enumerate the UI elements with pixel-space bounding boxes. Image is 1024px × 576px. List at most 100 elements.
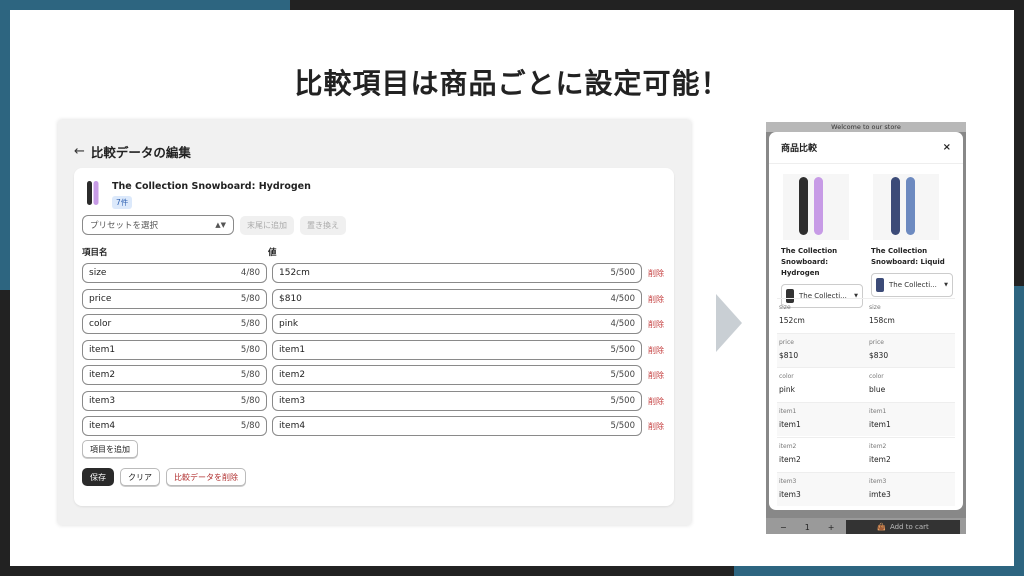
qty-plus-button[interactable]: + bbox=[828, 523, 835, 532]
modal-header: 商品比較 × bbox=[769, 132, 963, 164]
bag-icon: 👜 bbox=[877, 523, 886, 531]
product-purchase-bar: − 1 + 👜 Add to cart bbox=[766, 518, 966, 534]
attribute-key: size bbox=[869, 304, 881, 311]
item-value-input[interactable]: item4 5/500 bbox=[272, 416, 642, 436]
attribute-key: item1 bbox=[869, 408, 887, 416]
char-count: 5/80 bbox=[240, 344, 260, 355]
attribute-row: item2 item2 item2 item2 bbox=[777, 436, 955, 471]
snowboard-blue bbox=[906, 177, 915, 235]
preset-toolbar: プリセットを選択 ▲▼ 末尾に追加 置き換え bbox=[82, 215, 346, 235]
item-name-input[interactable]: item4 5/80 bbox=[82, 416, 267, 436]
item-name-input[interactable]: size 4/80 bbox=[82, 263, 267, 283]
preset-select[interactable]: プリセットを選択 ▲▼ bbox=[82, 215, 234, 235]
attribute-value: $830 bbox=[869, 350, 889, 360]
attribute-key: price bbox=[869, 338, 884, 346]
attribute-value: item1 bbox=[779, 420, 801, 430]
char-count: 5/500 bbox=[610, 395, 636, 406]
item-name-input[interactable]: price 5/80 bbox=[82, 288, 267, 309]
item-value-input[interactable]: 152cm 5/500 bbox=[272, 263, 642, 283]
save-button[interactable]: 保存 bbox=[82, 468, 114, 486]
snowboard-black bbox=[799, 177, 808, 235]
attribute-row: size 152cm size 158cm bbox=[777, 298, 955, 332]
item-name-input[interactable]: item1 5/80 bbox=[82, 339, 267, 360]
compare-modal: 商品比較 × The Collection Snowboard: Hydroge… bbox=[769, 132, 963, 510]
attribute-value: imte3 bbox=[869, 489, 891, 499]
attribute-key: size bbox=[779, 304, 791, 311]
product-select[interactable]: The Collecti... ▼ bbox=[871, 273, 953, 297]
attribute-value: item1 bbox=[869, 420, 891, 430]
compare-product-a: The Collection Snowboard: Hydrogen The C… bbox=[781, 174, 863, 308]
editor-card: The Collection Snowboard: Hydrogen 7件 プリ… bbox=[74, 168, 674, 506]
attribute-value: 152cm bbox=[779, 316, 805, 325]
add-item-button[interactable]: 項目を追加 bbox=[82, 440, 138, 458]
attribute-key: color bbox=[869, 373, 884, 381]
char-count: 5/500 bbox=[610, 268, 636, 278]
delete-row-link[interactable]: 削除 bbox=[648, 319, 664, 330]
append-button[interactable]: 末尾に追加 bbox=[240, 215, 294, 235]
quantity-stepper: − 1 + bbox=[780, 523, 835, 532]
close-icon[interactable]: × bbox=[943, 142, 951, 153]
delete-data-button[interactable]: 比較データを削除 bbox=[166, 468, 246, 486]
attribute-row: item1 item1 item1 item1 bbox=[777, 402, 955, 437]
product-image bbox=[873, 174, 939, 240]
delete-row-link[interactable]: 削除 bbox=[648, 294, 664, 305]
product-image bbox=[783, 174, 849, 240]
attribute-value: blue bbox=[869, 385, 886, 395]
attribute-value: item2 bbox=[779, 454, 801, 464]
item-name-input[interactable]: item3 5/80 bbox=[82, 390, 267, 411]
char-count: 4/500 bbox=[610, 293, 636, 304]
action-buttons: 保存 クリア 比較データを削除 bbox=[82, 468, 246, 486]
page-title: 比較データの編集 bbox=[90, 145, 191, 160]
product-name: The Collection Snowboard: Hydrogen bbox=[781, 247, 838, 277]
item-value-input[interactable]: pink 4/500 bbox=[272, 314, 642, 334]
delete-row-link[interactable]: 削除 bbox=[648, 421, 664, 432]
attribute-key: item2 bbox=[869, 442, 887, 450]
delete-row-link[interactable]: 削除 bbox=[648, 370, 664, 381]
item-count-badge: 7件 bbox=[112, 196, 133, 209]
qty-minus-button[interactable]: − bbox=[780, 523, 787, 532]
back-arrow-icon[interactable]: ← bbox=[74, 144, 85, 159]
char-count: 5/80 bbox=[240, 293, 260, 304]
char-count: 5/500 bbox=[610, 421, 636, 431]
slide-headline: 比較項目は商品ごとに設定可能！ bbox=[294, 67, 730, 100]
char-count: 5/80 bbox=[240, 421, 260, 431]
attribute-value: item2 bbox=[869, 454, 891, 464]
attribute-row: price $810 price $830 bbox=[777, 332, 955, 367]
attribute-key: item2 bbox=[779, 442, 797, 450]
product-name: The Collection Snowboard: Liquid bbox=[871, 247, 945, 266]
clear-button[interactable]: クリア bbox=[120, 468, 160, 486]
right-arrow-icon bbox=[716, 294, 742, 352]
store-announcement-bar: Welcome to our store bbox=[766, 122, 966, 132]
item-value-input[interactable]: item1 5/500 bbox=[272, 339, 642, 360]
delete-row-link[interactable]: 削除 bbox=[648, 345, 664, 356]
compare-product-b: The Collection Snowboard: Liquid The Col… bbox=[871, 174, 953, 297]
attribute-key: item3 bbox=[779, 477, 797, 485]
select-arrows-icon: ▲▼ bbox=[215, 221, 226, 229]
product-summary: The Collection Snowboard: Hydrogen 7件 bbox=[86, 180, 311, 209]
attribute-value: item3 bbox=[779, 489, 801, 499]
item-value-input[interactable]: $810 4/500 bbox=[272, 288, 642, 309]
char-count: 5/500 bbox=[610, 344, 636, 355]
char-count: 4/80 bbox=[240, 268, 260, 278]
char-count: 5/80 bbox=[240, 319, 260, 329]
replace-button[interactable]: 置き換え bbox=[300, 215, 346, 235]
attribute-key: item3 bbox=[869, 477, 887, 485]
item-value-input[interactable]: item2 5/500 bbox=[272, 365, 642, 385]
attribute-key: price bbox=[779, 338, 794, 346]
product-name: The Collection Snowboard: Hydrogen bbox=[112, 181, 311, 192]
slide: 比較項目は商品ごとに設定可能！ ← 比較データの編集 The Collectio… bbox=[10, 10, 1014, 566]
attribute-value: pink bbox=[779, 385, 795, 395]
attribute-row: item3 item3 item3 imte3 bbox=[777, 471, 955, 506]
admin-editor-panel: ← 比較データの編集 The Collection Snowboard: Hyd… bbox=[58, 120, 691, 525]
delete-row-link[interactable]: 削除 bbox=[648, 396, 664, 407]
storefront-preview: Welcome to our store 商品比較 × The Collecti… bbox=[766, 122, 966, 534]
attribute-row: color pink color blue bbox=[777, 367, 955, 401]
add-to-cart-button[interactable]: 👜 Add to cart bbox=[846, 520, 960, 534]
item-value-input[interactable]: item3 5/500 bbox=[272, 390, 642, 411]
item-name-input[interactable]: color 5/80 bbox=[82, 314, 267, 334]
delete-row-link[interactable]: 削除 bbox=[648, 268, 664, 279]
item-name-input[interactable]: item2 5/80 bbox=[82, 365, 267, 385]
snowboard-purple bbox=[814, 177, 823, 235]
preset-select-label: プリセットを選択 bbox=[90, 221, 159, 231]
attribute-value: $810 bbox=[779, 350, 799, 360]
